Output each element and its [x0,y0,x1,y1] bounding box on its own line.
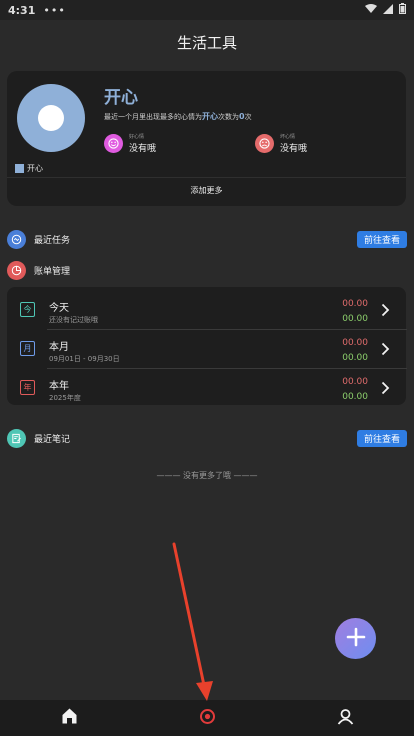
status-bar: 4:31 ••• [0,0,414,20]
bill-row-income: 00.00 [342,353,368,363]
mood-summary-mood: 开心 [202,112,218,121]
bad-mood-value: 没有哦 [280,144,308,154]
add-fab-button[interactable] [335,618,376,659]
nav-profile[interactable] [276,700,414,736]
recent-tasks-title: 最近任务 [34,235,71,246]
note-icon [7,428,26,448]
sad-icon [255,134,274,153]
bill-row-year[interactable]: 年 本年 2025年度 00.00 00.00 [7,369,406,407]
bill-row-desc: 09月01日 - 09月30日 [49,355,120,363]
mood-summary: 最近一个月里出现最多的心情为开心次数为0次 [104,111,252,122]
good-mood-stat: 好心情 没有哦 [104,133,156,154]
bill-row-desc: 2025年度 [49,394,81,402]
mood-title: 开心 [104,88,138,108]
wifi-icon [365,3,377,17]
bill-row-income: 00.00 [342,392,368,402]
bill-manage-title: 账单管理 [34,266,71,277]
mood-legend: 开心 [15,163,43,174]
bill-row-expense: 00.00 [342,377,368,387]
mood-legend-label: 开心 [27,164,43,173]
bill-manage-section: 账单管理 [7,259,407,281]
explore-icon [199,708,216,729]
chevron-right-icon [381,341,390,360]
status-icons [365,3,406,17]
pie-chart-icon [7,260,26,280]
recent-tasks-view-button[interactable]: 前往查看 [357,230,407,248]
home-icon [61,707,78,729]
nav-home[interactable] [0,700,138,736]
mood-summary-suffix: 次 [244,113,252,121]
recent-tasks-section: 最近任务 前往查看 [7,228,407,250]
bill-row-desc: 还没有记过账哦 [49,316,98,324]
bill-row-expense: 00.00 [342,299,368,309]
plus-icon [346,627,366,651]
page-title: 生活工具 [176,33,237,52]
recent-notes-title: 最近笔记 [34,434,71,445]
mood-summary-prefix: 最近一个月里出现最多的心情为 [104,113,202,121]
month-badge-icon: 月 [20,341,35,356]
mood-donut-center [38,105,64,131]
bill-row-expense: 00.00 [342,338,368,348]
mood-summary-mid: 次数为 [218,113,239,121]
nav-explore[interactable] [138,700,276,736]
bottom-nav [0,700,414,736]
bill-row-name: 今天 [49,303,69,314]
mood-card-divider [7,177,406,178]
profile-icon [337,708,354,729]
bill-row-income: 00.00 [342,314,368,324]
smile-icon [104,134,123,153]
no-more-text: ——— 没有更多了哦 ——— [156,471,258,480]
status-dots: ••• [43,3,66,17]
tasks-icon [7,229,26,249]
signal-icon [383,3,393,17]
battery-icon [399,3,406,17]
mood-legend-swatch [15,164,24,173]
year-badge-icon: 年 [20,380,35,395]
chevron-right-icon [381,380,390,399]
mood-donut-chart [17,84,85,152]
good-mood-label: 好心情 [129,134,145,140]
bill-row-month[interactable]: 月 本月 09月01日 - 09月30日 00.00 00.00 [7,330,406,368]
bill-list: 今 今天 还没有记过账哦 00.00 00.00 月 本月 09月01日 - 0… [7,287,407,407]
bad-mood-label: 坏心情 [280,134,296,140]
bill-row-today[interactable]: 今 今天 还没有记过账哦 00.00 00.00 [7,291,406,329]
status-time: 4:31 [8,3,36,17]
bill-row-name: 本年 [49,381,69,392]
mood-card[interactable]: 开心 开心 最近一个月里出现最多的心情为开心次数为0次 好心情 没有哦 坏心情 … [7,71,406,206]
bill-row-name: 本月 [49,342,69,353]
add-more-button[interactable]: 添加更多 [7,185,406,196]
bad-mood-stat: 坏心情 没有哦 [255,133,307,154]
recent-notes-view-button[interactable]: 前往查看 [357,429,407,447]
chevron-right-icon [381,302,390,321]
today-badge-icon: 今 [20,302,35,317]
good-mood-value: 没有哦 [129,144,157,154]
app-bar: 生活工具 [0,20,414,64]
recent-notes-section: 最近笔记 前往查看 [7,427,407,449]
